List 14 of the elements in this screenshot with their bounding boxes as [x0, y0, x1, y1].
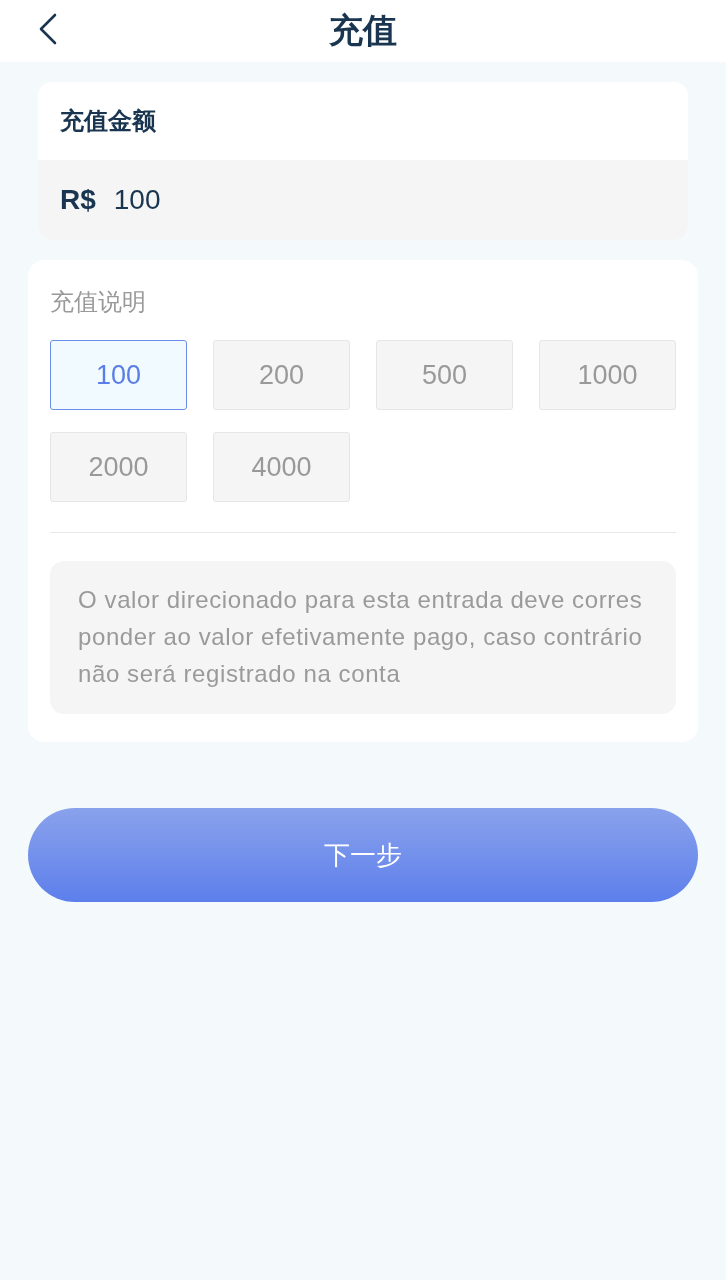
amount-option[interactable]: 1000	[539, 340, 676, 410]
page-title: 充值	[329, 9, 397, 52]
currency-label: R$	[60, 184, 96, 216]
section-title: 充值金额	[60, 106, 156, 137]
back-icon[interactable]	[38, 13, 58, 45]
amount-option[interactable]: 500	[376, 340, 513, 410]
next-button[interactable]: 下一步	[28, 808, 698, 902]
amount-option[interactable]: 2000	[50, 432, 187, 502]
amount-option[interactable]: 100	[50, 340, 187, 410]
amount-option[interactable]: 4000	[213, 432, 350, 502]
amount-option[interactable]: 200	[213, 340, 350, 410]
note-text: O valor direcionado para esta entrada deve corresponder ao valor efetivamente pago, caso contrário não será registrado na conta	[50, 561, 676, 714]
section-title: 充值说明	[50, 287, 146, 318]
amount-input[interactable]: 100	[113, 184, 184, 216]
